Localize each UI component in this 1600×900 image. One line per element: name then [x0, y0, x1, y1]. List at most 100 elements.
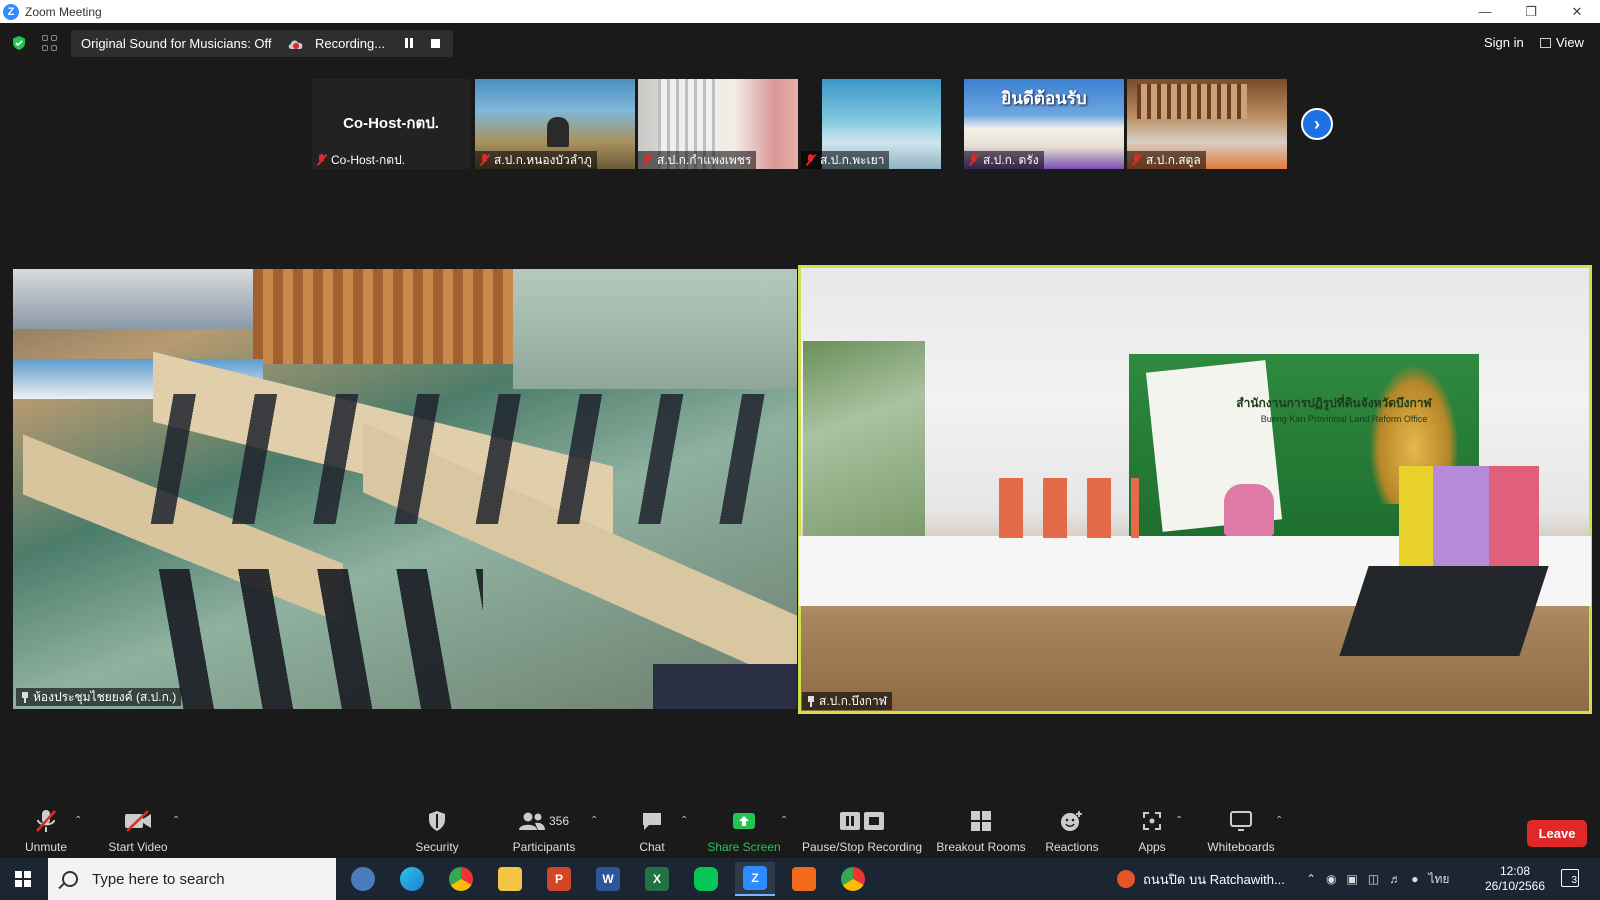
recording-indicator: Recording... [277, 30, 453, 57]
thumbnail-name-tag: ส.ป.ก.หนองบัวลำภู [475, 151, 597, 169]
taskbar-app-edge[interactable] [392, 862, 432, 896]
taskbar-app-chrome-profile[interactable] [833, 862, 873, 896]
encryption-shield-icon[interactable] [11, 35, 27, 51]
breakout-rooms-button[interactable]: Breakout Rooms [935, 806, 1027, 858]
pin-icon [21, 691, 29, 703]
mic-muted-icon [1131, 154, 1143, 166]
start-button[interactable] [0, 858, 46, 900]
view-layout-icon [1540, 37, 1551, 48]
display-icon[interactable]: ◫ [1368, 872, 1379, 886]
security-shield-icon [427, 808, 447, 834]
mic-muted-icon [479, 154, 491, 166]
taskbar-app-file-explorer[interactable] [490, 862, 530, 896]
audio-options-caret-icon[interactable]: ⌃ [74, 815, 82, 826]
welcome-banner: ยินดีต้อนรับ [1001, 89, 1087, 108]
participants-options-caret-icon[interactable]: ⌃ [590, 815, 598, 826]
thumbnail-name-tag: ส.ป.ก.กำแพงเพชร [638, 151, 757, 169]
thumbnail-tile[interactable]: ส.ป.ก.หนองบัวลำภู [475, 79, 635, 169]
thumbnail-name: ส.ป.ก. ตรัง [983, 152, 1039, 167]
chat-options-caret-icon[interactable]: ⌃ [680, 815, 688, 826]
window-titlebar: Z Zoom Meeting — ❐ ✕ [0, 0, 1600, 23]
taskbar-app-word[interactable]: W [588, 862, 628, 896]
view-button[interactable]: View [1540, 35, 1584, 50]
video-name-tag: ห้องประชุมไชยยงค์ (ส.ป.ก.) [16, 688, 182, 706]
breakout-rooms-label: Breakout Rooms [936, 840, 1026, 854]
thumbnail-tile[interactable]: ส.ป.ก.กำแพงเพชร [638, 79, 798, 169]
taskbar-app-line[interactable] [686, 862, 726, 896]
participant-figure [547, 117, 569, 147]
participants-row [133, 394, 773, 524]
wall-decoration [253, 269, 513, 364]
reactions-button[interactable]: Reactions [1044, 806, 1100, 858]
smiley-plus-icon [1060, 808, 1084, 834]
participants-label: Participants [512, 840, 576, 854]
network-icon[interactable]: ▣ [1347, 872, 1358, 886]
taskbar-app-pdf-reader[interactable] [784, 862, 824, 896]
thumbnail-name: ส.ป.ก.หนองบัวลำภู [494, 152, 592, 167]
volume-icon[interactable]: ♬ [1389, 872, 1401, 886]
apps-icon [1142, 808, 1162, 834]
thumbnail-tile[interactable]: Co-Host-กตป. Co-Host-กตป. [312, 79, 470, 169]
thumbnail-tile[interactable]: ส.ป.ก.สตูล [1127, 79, 1287, 169]
traffic-news-widget[interactable]: ถนนปิด บน Ratchawith... [1117, 858, 1285, 900]
whiteboards-button[interactable]: Whiteboards [1205, 806, 1277, 858]
restore-button[interactable]: ❐ [1508, 0, 1554, 23]
taskbar-search-box[interactable]: Type here to search [48, 858, 336, 900]
show-hidden-icons-chevron-icon[interactable]: ⌃ [1306, 872, 1316, 886]
unmute-button[interactable]: Unmute [22, 806, 70, 858]
share-screen-button[interactable]: Share Screen [707, 806, 781, 858]
microphone-icon[interactable]: ● [1411, 872, 1418, 886]
apps-options-caret-icon[interactable]: ⌃ [1175, 815, 1183, 826]
meet-now-icon[interactable]: ◉ [1326, 872, 1336, 886]
laptop [1339, 566, 1549, 656]
start-video-button[interactable]: Start Video [106, 806, 170, 858]
thumbnail-name-tag: ส.ป.ก.พะเยา [801, 151, 890, 169]
start-video-label: Start Video [108, 840, 168, 854]
video-tile-left[interactable]: ห้องประชุมไชยยงค์ (ส.ป.ก.) [13, 269, 797, 709]
mic-muted-icon [642, 154, 654, 166]
chat-button[interactable]: Chat [637, 806, 667, 858]
apps-label: Apps [1138, 840, 1166, 854]
security-button[interactable]: Security [413, 806, 461, 858]
mic-muted-icon [968, 154, 980, 166]
video-tile-right-active-speaker[interactable]: สำนักงานการปฏิรูปที่ดินจังหวัดบึงกาฬ Bue… [798, 265, 1592, 714]
line-app-icon [694, 867, 718, 891]
video-options-caret-icon[interactable]: ⌃ [172, 815, 180, 826]
pause-stop-recording-label: Pause/Stop Recording [801, 840, 923, 854]
taskbar-app-chrome[interactable] [441, 862, 481, 896]
excel-icon: X [645, 867, 669, 891]
stop-recording-icon[interactable] [431, 39, 440, 48]
notification-center-icon[interactable]: 3 [1561, 869, 1579, 887]
taskbar-clock[interactable]: 12:08 26/10/2566 [1484, 864, 1546, 894]
minimize-button[interactable]: — [1462, 0, 1508, 23]
taskbar-app-powerpoint[interactable]: P [539, 862, 579, 896]
task-view-icon [351, 867, 375, 891]
share-screen-icon [732, 808, 756, 834]
original-sound-button[interactable]: Original Sound for Musicians: Off [71, 30, 282, 57]
share-options-caret-icon[interactable]: ⌃ [780, 815, 788, 826]
taskbar-app-task-view[interactable] [343, 862, 383, 896]
thumbnail-tile[interactable]: ยินดีต้อนรับ ส.ป.ก. ตรัง [944, 79, 1124, 169]
search-icon [62, 871, 78, 887]
thumbnail-name-tag: ส.ป.ก. ตรัง [964, 151, 1044, 169]
taskbar-app-excel[interactable]: X [637, 862, 677, 896]
whiteboards-options-caret-icon[interactable]: ⌃ [1275, 815, 1283, 826]
apps-button[interactable]: Apps [1136, 806, 1168, 858]
participants-button[interactable]: 356 Participants [510, 806, 578, 858]
mic-muted-icon [35, 808, 57, 834]
taskbar-app-zoom[interactable]: Z [735, 862, 775, 896]
next-page-button[interactable]: › [1301, 108, 1333, 140]
bookshelf [1137, 84, 1247, 119]
share-screen-label: Share Screen [707, 840, 781, 854]
chrome-browser-icon [449, 867, 473, 891]
leave-button[interactable]: Leave [1527, 820, 1587, 847]
pause-stop-recording-button[interactable]: Pause/Stop Recording [801, 806, 923, 858]
thumbnail-name: ส.ป.ก.สตูล [1146, 152, 1201, 167]
sign-in-link[interactable]: Sign in [1484, 35, 1524, 50]
input-language[interactable]: ไทย [1428, 870, 1449, 889]
gallery-grid-icon[interactable] [42, 35, 58, 51]
close-button[interactable]: ✕ [1554, 0, 1600, 23]
view-label: View [1556, 35, 1584, 50]
thumbnail-tile[interactable]: ส.ป.ก.พะเยา [801, 79, 941, 169]
pause-recording-icon[interactable] [405, 38, 415, 48]
